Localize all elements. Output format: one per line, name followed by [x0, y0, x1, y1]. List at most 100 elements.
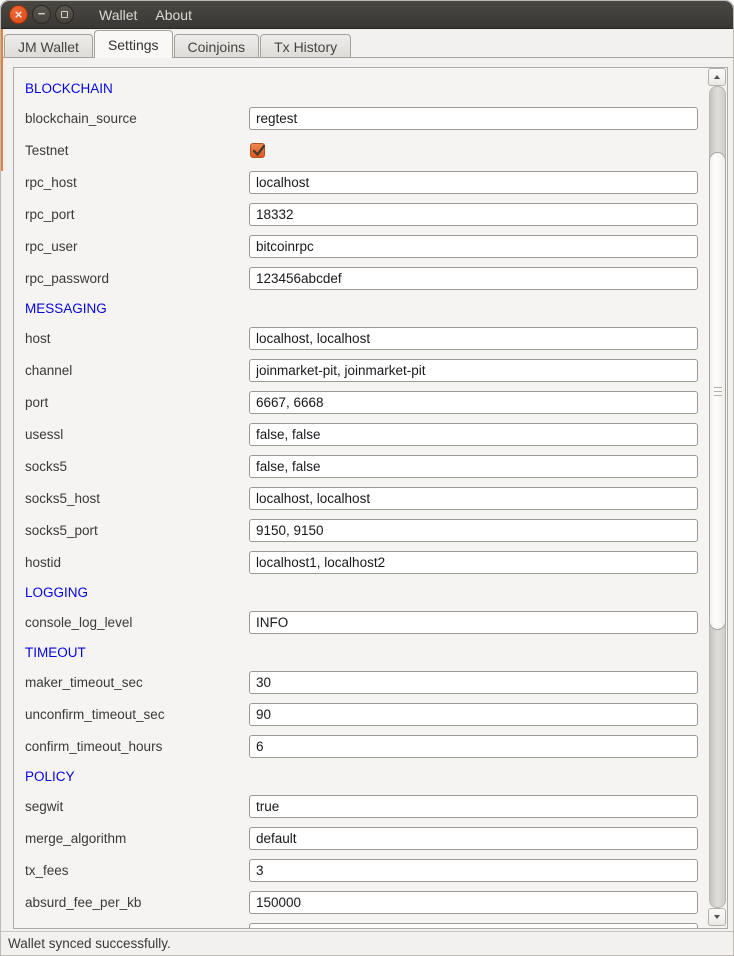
settings-form: BLOCKCHAIN blockchain_source Testnet rpc_ho…	[14, 68, 705, 929]
setting-row: socks5_host	[14, 482, 705, 514]
setting-label: segwit	[25, 799, 249, 814]
setting-row: console_log_level	[14, 606, 705, 638]
setting-row: rpc_password	[14, 262, 705, 294]
setting-label: hostid	[25, 555, 249, 570]
setting-row: Testnet	[14, 134, 705, 166]
setting-label: maker_timeout_sec	[25, 675, 249, 690]
input-absurd_fee_per_kb[interactable]	[249, 891, 698, 914]
setting-label: merge_algorithm	[25, 831, 249, 846]
setting-row: rpc_host	[14, 166, 705, 198]
tab-bar: JM WalletSettingsCoinjoinsTx History	[1, 29, 733, 58]
setting-row: usessl	[14, 418, 705, 450]
minimize-icon: −	[38, 7, 46, 20]
setting-label: channel	[25, 363, 249, 378]
setting-row: merge_algorithm	[14, 822, 705, 854]
arrow-up-icon	[714, 75, 720, 79]
input-merge_algorithm[interactable]	[249, 827, 698, 850]
setting-label: host	[25, 331, 249, 346]
tab-jm-wallet[interactable]: JM Wallet	[4, 34, 93, 58]
input-port[interactable]	[249, 391, 698, 414]
settings-scroll-area: BLOCKCHAIN blockchain_source Testnet rpc_ho…	[13, 67, 728, 929]
setting-row	[14, 918, 705, 929]
setting-label: blockchain_source	[25, 111, 249, 126]
input-channel[interactable]	[249, 359, 698, 382]
input-console_log_level[interactable]	[249, 611, 698, 634]
window-edge-accent	[1, 29, 3, 171]
input-tx_fees[interactable]	[249, 859, 698, 882]
menubar: Wallet About	[90, 7, 201, 23]
input-blockchain_source[interactable]	[249, 107, 698, 130]
scrollbar-vertical[interactable]	[707, 68, 727, 928]
setting-label: confirm_timeout_hours	[25, 739, 249, 754]
wallet-window: × − Wallet About JM WalletSettingsCoinjo…	[0, 0, 734, 956]
input-maker_timeout_sec[interactable]	[249, 671, 698, 694]
section-header-timeout: TIMEOUT	[14, 638, 705, 666]
setting-label: rpc_port	[25, 207, 249, 222]
setting-label: absurd_fee_per_kb	[25, 895, 249, 910]
setting-row: channel	[14, 354, 705, 386]
setting-label: usessl	[25, 427, 249, 442]
setting-row: segwit	[14, 790, 705, 822]
setting-row: socks5	[14, 450, 705, 482]
input-partial[interactable]	[249, 923, 698, 930]
maximize-icon	[61, 11, 68, 18]
setting-row: tx_fees	[14, 854, 705, 886]
setting-label: console_log_level	[25, 615, 249, 630]
tab-coinjoins[interactable]: Coinjoins	[174, 34, 260, 58]
scrollbar-thumb[interactable]	[709, 152, 726, 630]
setting-row: socks5_port	[14, 514, 705, 546]
setting-label: socks5	[25, 459, 249, 474]
menu-about[interactable]: About	[146, 7, 201, 23]
section-header-blockchain: BLOCKCHAIN	[14, 74, 705, 102]
setting-label: rpc_password	[25, 271, 249, 286]
setting-row: hostid	[14, 546, 705, 578]
arrow-down-icon	[714, 915, 720, 919]
input-socks5_host[interactable]	[249, 487, 698, 510]
tab-settings[interactable]: Settings	[94, 30, 173, 58]
setting-label: Testnet	[25, 143, 249, 158]
input-segwit[interactable]	[249, 795, 698, 818]
tab-tx-history[interactable]: Tx History	[260, 34, 351, 58]
setting-row: confirm_timeout_hours	[14, 730, 705, 762]
setting-label: tx_fees	[25, 863, 249, 878]
input-socks5_port[interactable]	[249, 519, 698, 542]
tabs: JM WalletSettingsCoinjoinsTx History	[4, 30, 352, 58]
setting-row: rpc_user	[14, 230, 705, 262]
setting-row: absurd_fee_per_kb	[14, 886, 705, 918]
setting-label: socks5_host	[25, 491, 249, 506]
input-rpc_port[interactable]	[249, 203, 698, 226]
minimize-button[interactable]: −	[32, 5, 51, 24]
scrollbar-track[interactable]	[709, 86, 726, 908]
scrollbar-down-button[interactable]	[708, 908, 726, 926]
close-icon: ×	[15, 8, 23, 21]
status-bar: Wallet synced successfully.	[1, 931, 733, 955]
checkbox-testnet[interactable]	[250, 143, 265, 158]
setting-row: blockchain_source	[14, 102, 705, 134]
input-rpc_user[interactable]	[249, 235, 698, 258]
status-message: Wallet synced successfully.	[8, 936, 171, 951]
setting-row: maker_timeout_sec	[14, 666, 705, 698]
scrollbar-up-button[interactable]	[708, 68, 726, 86]
input-rpc_host[interactable]	[249, 171, 698, 194]
grip-icon	[714, 387, 722, 388]
input-usessl[interactable]	[249, 423, 698, 446]
input-rpc_password[interactable]	[249, 267, 698, 290]
input-unconfirm_timeout_sec[interactable]	[249, 703, 698, 726]
input-hostid[interactable]	[249, 551, 698, 574]
section-header-logging: LOGGING	[14, 578, 705, 606]
section-header-policy: POLICY	[14, 762, 705, 790]
setting-row: rpc_port	[14, 198, 705, 230]
setting-label: unconfirm_timeout_sec	[25, 707, 249, 722]
titlebar: × − Wallet About	[1, 1, 733, 29]
setting-row: host	[14, 322, 705, 354]
input-host[interactable]	[249, 327, 698, 350]
close-button[interactable]: ×	[9, 5, 28, 24]
setting-row: unconfirm_timeout_sec	[14, 698, 705, 730]
input-confirm_timeout_hours[interactable]	[249, 735, 698, 758]
menu-wallet[interactable]: Wallet	[90, 7, 146, 23]
section-header-messaging: MESSAGING	[14, 294, 705, 322]
maximize-button[interactable]	[55, 5, 74, 24]
input-socks5[interactable]	[249, 455, 698, 478]
setting-label: port	[25, 395, 249, 410]
setting-label: rpc_user	[25, 239, 249, 254]
